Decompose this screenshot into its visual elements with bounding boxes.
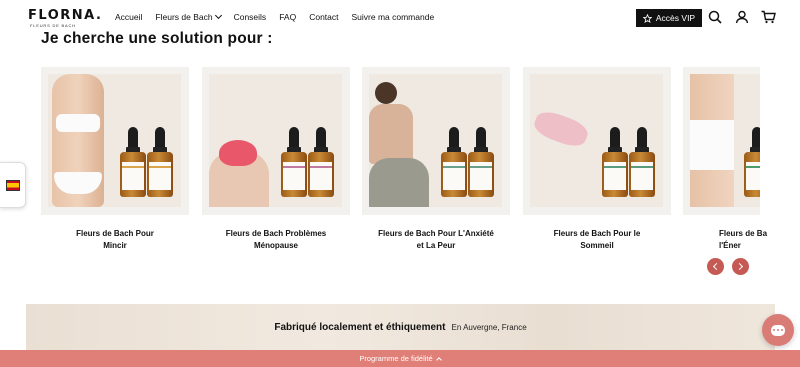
logo[interactable]: FLORNA. FLEURS DE BACH	[28, 8, 103, 31]
banner-subtitle: En Auvergne, France	[451, 322, 527, 332]
search-icon[interactable]	[708, 10, 722, 24]
product-title[interactable]: Fleurs de Ba l'Éner	[683, 228, 800, 252]
nav-item-conseils[interactable]: Conseils	[234, 12, 267, 22]
product-title[interactable]: Fleurs de Bach Pour le Sommeil	[523, 228, 671, 252]
bottle-image	[602, 127, 628, 197]
user-icon[interactable]	[735, 10, 749, 24]
product-image[interactable]	[48, 74, 181, 207]
chevron-up-icon	[435, 357, 442, 363]
cart-icon[interactable]	[761, 10, 776, 24]
product-image[interactable]	[369, 74, 502, 207]
bottle-image	[147, 127, 173, 197]
product-title-line2: l'Éner	[719, 241, 741, 250]
carousel-next-button[interactable]	[732, 258, 749, 275]
nav-item-fleurs-de-bach[interactable]: Fleurs de Bach	[155, 11, 222, 22]
chevron-down-icon	[214, 11, 222, 20]
product-title-line2: et La Peur	[416, 241, 456, 250]
product-title[interactable]: Fleurs de Bach Pour L'Anxiété et La Peur	[362, 228, 510, 252]
banner-title: Fabriqué localement et éthiquement	[274, 321, 446, 333]
product-card[interactable]	[362, 67, 510, 215]
bottle-image	[120, 127, 146, 197]
bottle-image	[744, 127, 760, 197]
product-title-line1: Fleurs de Bach Pour	[76, 229, 154, 238]
product-card[interactable]	[523, 67, 671, 215]
logo-tagline: FLEURS DE BACH	[30, 23, 76, 28]
nav-item-suivre-commande[interactable]: Suivre ma commande	[352, 12, 435, 22]
product-title-line1: Fleurs de Bach Pour le	[553, 229, 641, 238]
product-title-line1: Fleurs de Ba	[719, 229, 768, 238]
product-image[interactable]	[530, 74, 663, 207]
loyalty-bar[interactable]: Programme de fidélité	[0, 350, 800, 367]
product-image[interactable]	[209, 74, 342, 207]
language-tab[interactable]	[0, 162, 26, 208]
chevron-left-icon	[712, 262, 721, 271]
page: FLORNA. FLEURS DE BACH Accueil Fleurs de…	[0, 0, 800, 367]
origin-banner: Fabriqué localement et éthiquement En Au…	[26, 304, 775, 350]
logo-text: FLORNA.	[28, 8, 103, 23]
vip-button[interactable]: Accès VIP	[636, 9, 702, 27]
product-title-line1: Fleurs de Bach Problèmes	[225, 229, 327, 238]
product-title-line2: Mincir	[103, 241, 127, 250]
chevron-right-icon	[735, 262, 744, 271]
main-nav: Accueil Fleurs de Bach Conseils FAQ Cont…	[115, 11, 447, 22]
product-card[interactable]	[202, 67, 350, 215]
vip-button-label: Accès VIP	[655, 13, 696, 23]
product-title-line1: Fleurs de Bach Pour L'Anxiété	[378, 229, 494, 238]
product-title-line2: Ménopause	[253, 241, 298, 250]
product-card[interactable]	[683, 67, 760, 215]
chat-icon	[771, 324, 785, 336]
carousel-prev-button[interactable]	[707, 258, 724, 275]
nav-item-contact[interactable]: Contact	[309, 12, 338, 22]
nav-item-label: Fleurs de Bach	[155, 12, 213, 22]
product-image[interactable]	[690, 74, 760, 207]
bottle-image	[468, 127, 494, 197]
section-title: Je cherche une solution pour :	[41, 30, 273, 47]
product-card[interactable]	[41, 67, 189, 215]
spain-flag-icon	[5, 179, 20, 191]
nav-item-accueil[interactable]: Accueil	[115, 12, 142, 22]
star-icon	[642, 13, 652, 23]
bottle-image	[281, 127, 307, 197]
chat-button[interactable]	[762, 314, 794, 346]
product-title[interactable]: Fleurs de Bach Pour Mincir	[41, 228, 189, 252]
bottle-image	[629, 127, 655, 197]
bottle-image	[441, 127, 467, 197]
product-title-line2: Sommeil	[580, 241, 614, 250]
bottle-image	[308, 127, 334, 197]
nav-item-faq[interactable]: FAQ	[279, 12, 296, 22]
loyalty-bar-label: Programme de fidélité	[359, 354, 433, 363]
product-title[interactable]: Fleurs de Bach Problèmes Ménopause	[202, 228, 350, 252]
